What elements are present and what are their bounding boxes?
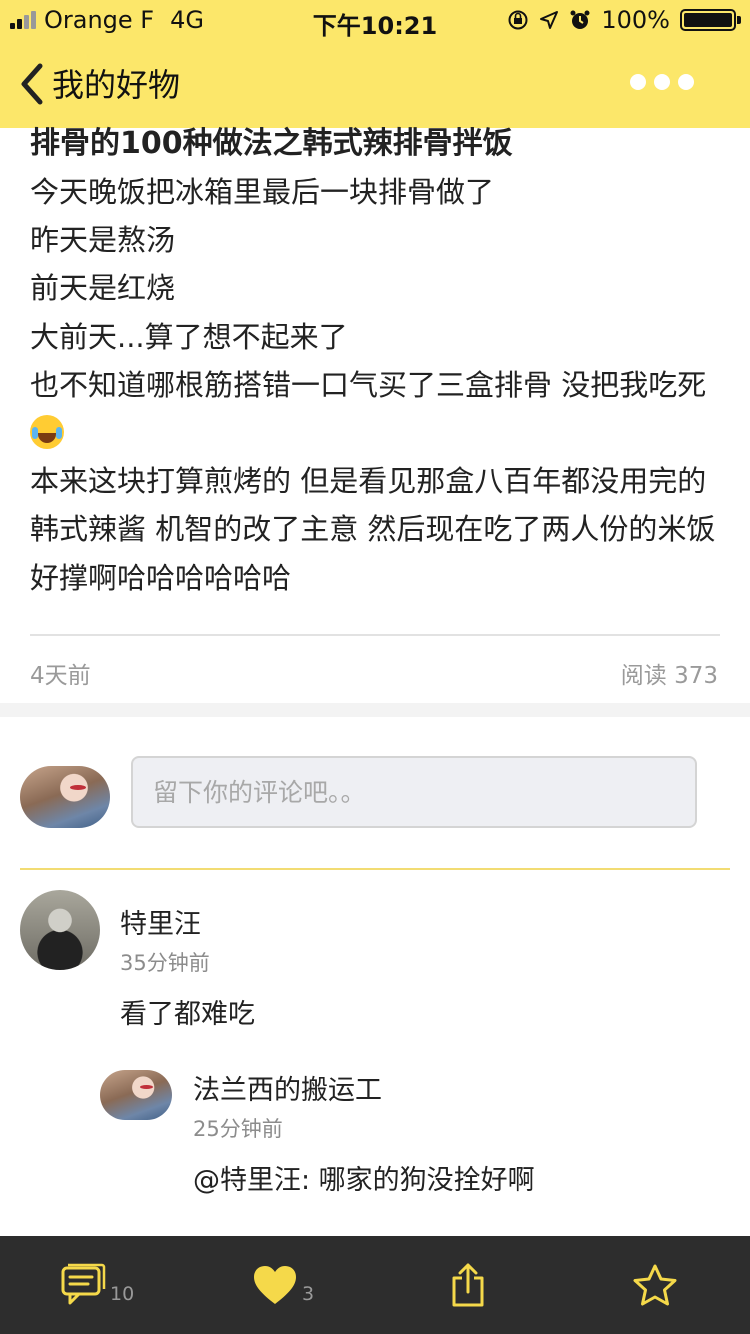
article-line: 昨天是熬汤 [30, 223, 176, 258]
read-count: 阅读 373 [620, 663, 718, 689]
article-body: 今天晚饭把冰箱里最后一块排骨做了 昨天是熬汤 前天是红烧 大前天...算了想不起… [30, 168, 730, 602]
alarm-icon [570, 10, 590, 29]
article-line: 大前天...算了想不起来了 [30, 319, 348, 354]
chevron-left-icon[interactable] [16, 62, 46, 106]
status-bar: Orange F 4G 下午10:21 100% [0, 0, 750, 40]
more-dots-icon[interactable] [630, 74, 694, 90]
section-separator [0, 703, 750, 717]
favorite-tab[interactable] [632, 1236, 678, 1334]
article-line-text: 也不知道哪根筋搭错一口气买了三盒排骨 没把我吃死 [30, 367, 707, 402]
bottom-toolbar: 10 3 [0, 1236, 750, 1334]
reply-time: 25分钟前 [193, 1117, 283, 1141]
comment-tab[interactable]: 10 [60, 1236, 134, 1334]
comment-text[interactable]: 看了都难吃 [120, 992, 255, 1031]
article-line: 今天晚饭把冰箱里最后一块排骨做了 [30, 175, 495, 209]
like-tab[interactable]: 3 [252, 1236, 314, 1334]
comment-author[interactable]: 特里汪 [120, 902, 201, 941]
article-title: 排骨的100种做法之韩式辣排骨拌饭 [30, 126, 513, 161]
star-icon [633, 1264, 677, 1306]
battery-label: 100% [601, 6, 670, 34]
heart-icon [254, 1266, 296, 1304]
commenter-avatar[interactable] [20, 890, 100, 970]
comment-icon [61, 1263, 106, 1305]
nav-title: 我的好物 [52, 66, 181, 104]
share-icon [452, 1263, 484, 1307]
reply-author[interactable]: 法兰西的搬运工 [193, 1068, 382, 1107]
share-tab[interactable] [450, 1236, 486, 1334]
battery-fill [684, 13, 732, 27]
article-line: 前天是红烧 [30, 271, 176, 306]
my-avatar[interactable] [20, 766, 110, 828]
post-time: 4天前 [30, 663, 91, 689]
like-count: 3 [302, 1283, 315, 1305]
comment-input[interactable] [131, 756, 697, 828]
article-divider [30, 634, 720, 636]
comments-divider [20, 868, 730, 870]
reply-avatar[interactable] [100, 1070, 172, 1120]
article-line: 本来这块打算煎烤的 但是看见那盒八百年都没用完的韩式辣酱 机智的改了主意 然后现… [30, 464, 716, 595]
comment-count: 10 [110, 1283, 135, 1305]
tears-of-joy-emoji-icon [30, 415, 64, 450]
orientation-lock-icon [508, 10, 528, 30]
comment-time: 35分钟前 [120, 951, 210, 975]
reply-text[interactable]: @特里汪: 哪家的狗没拴好啊 [193, 1158, 535, 1197]
nav-bar: 我的好物 [0, 40, 750, 128]
location-arrow-icon [540, 11, 559, 29]
battery-icon [680, 9, 741, 31]
article-line-with-emoji: 也不知道哪根筋搭错一口气买了三盒排骨 没把我吃死 [30, 361, 730, 457]
status-right: 100% [507, 6, 741, 34]
